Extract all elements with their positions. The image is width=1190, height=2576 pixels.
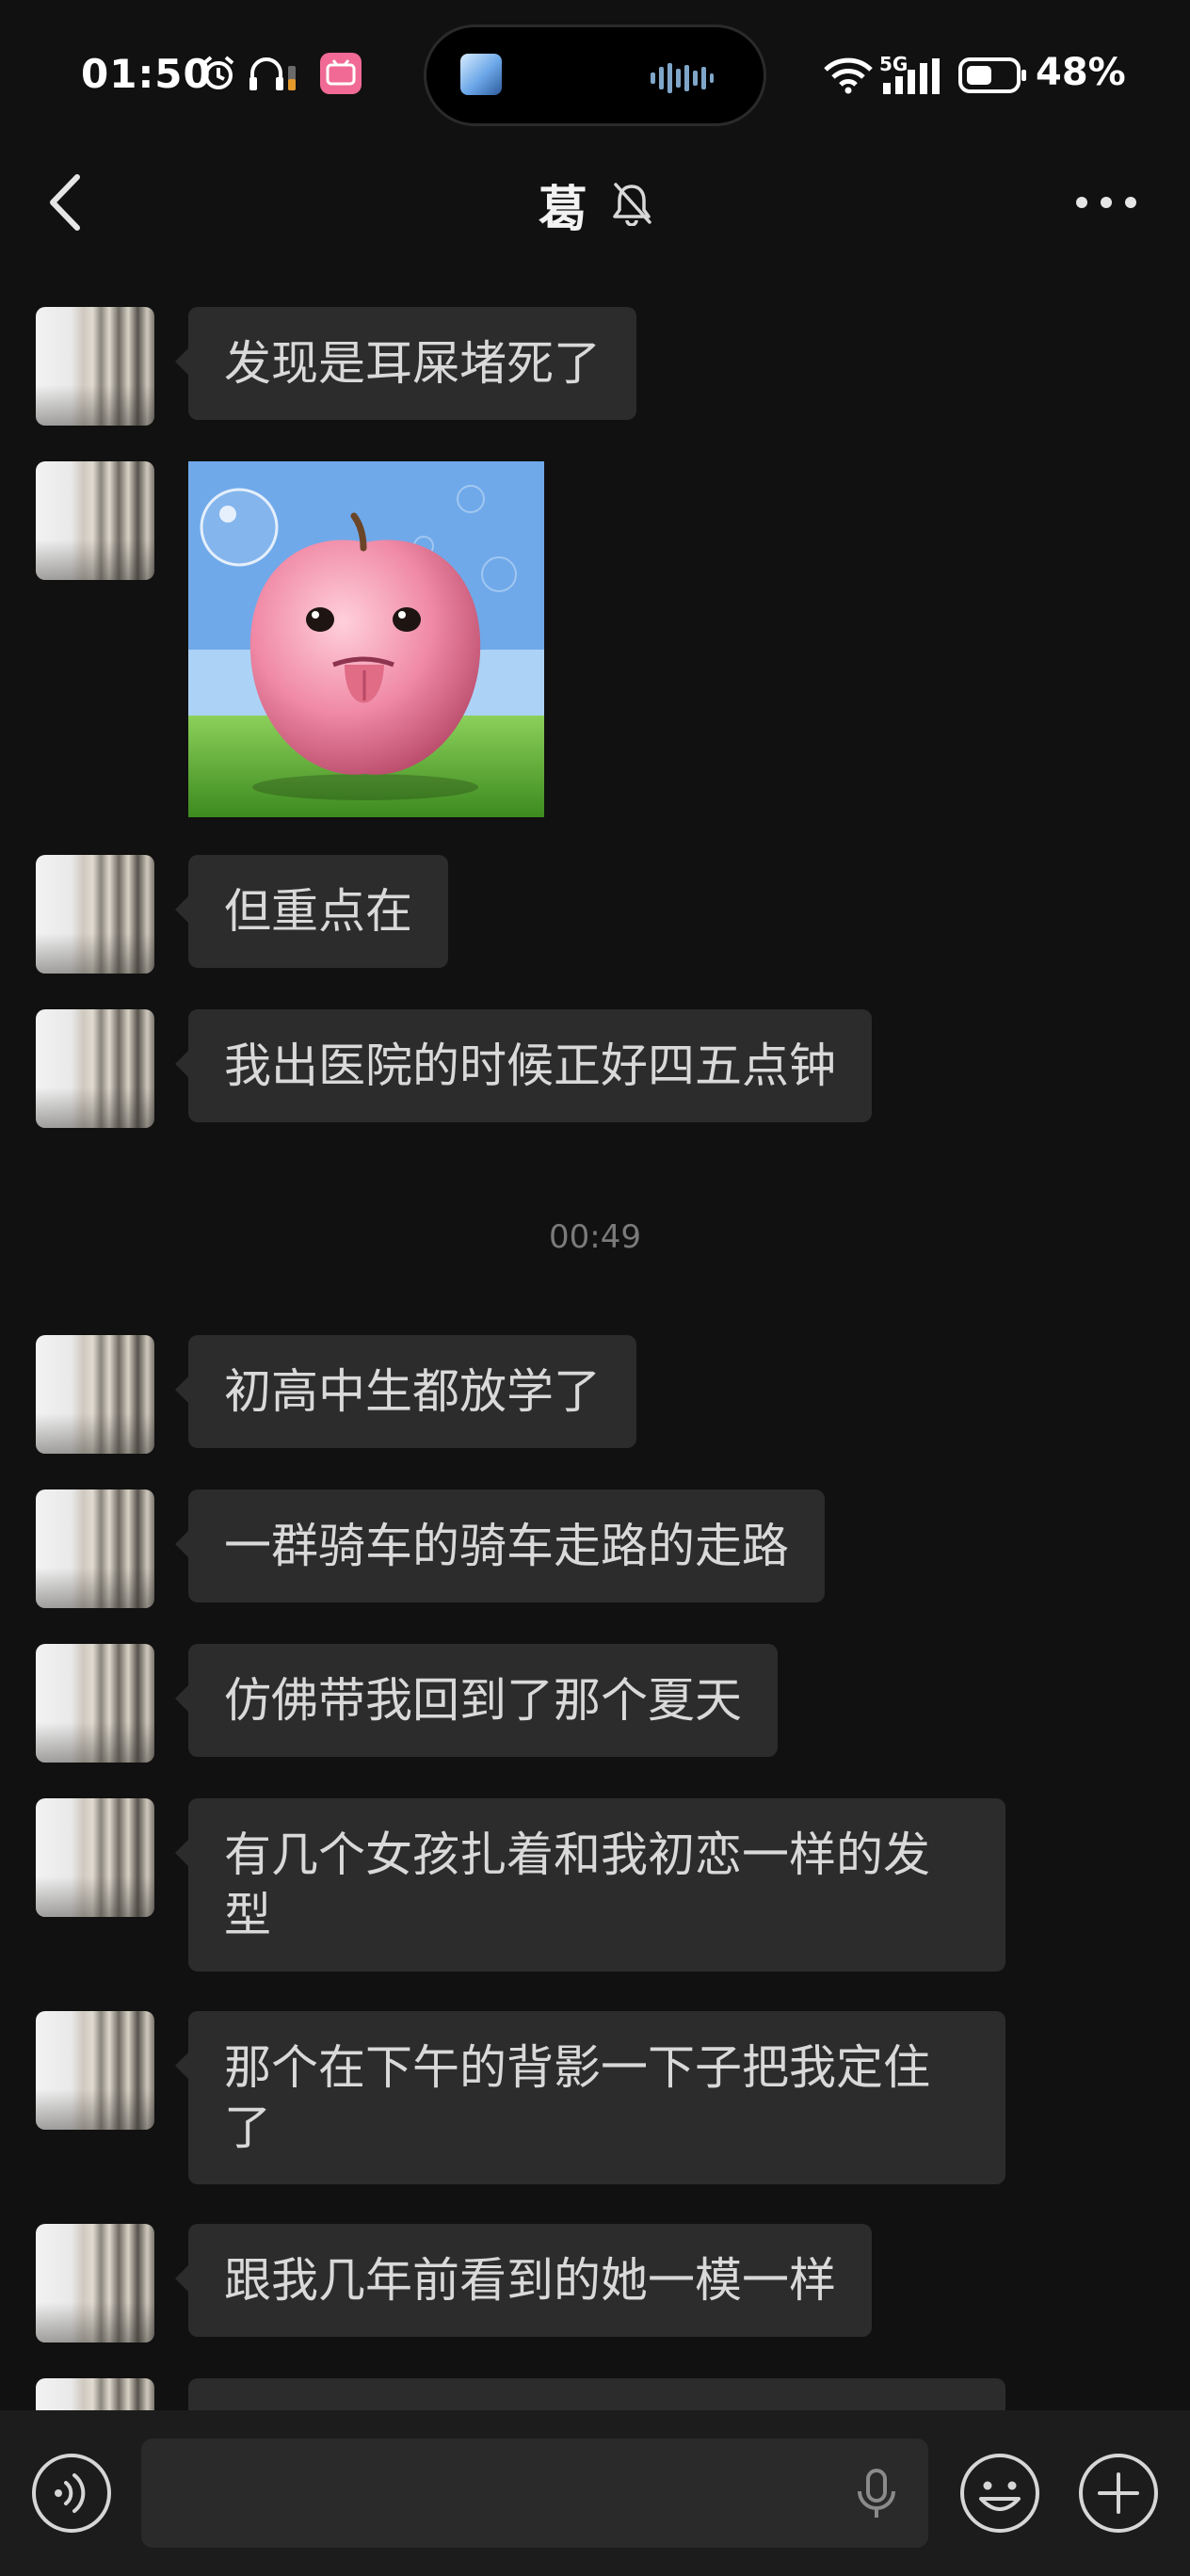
message-bubble[interactable]: 一群骑车的骑车走路的走路 bbox=[175, 1489, 825, 1602]
chat-header: 葛 bbox=[0, 141, 1190, 264]
avatar[interactable] bbox=[36, 307, 154, 426]
back-icon[interactable] bbox=[38, 171, 94, 233]
headphones-icon bbox=[249, 57, 296, 90]
message-list[interactable]: 发现是耳屎堵死了 但重点在 我出医院的时候正好四五点钟 00:49 初高中生都放… bbox=[0, 264, 1190, 2410]
chat-title: 葛 bbox=[539, 182, 588, 238]
mute-bell-icon bbox=[613, 183, 651, 226]
message-timestamp: 00:49 bbox=[549, 1218, 641, 1256]
dynamic-island[interactable] bbox=[424, 24, 766, 126]
avatar[interactable] bbox=[36, 2224, 154, 2343]
avatar[interactable] bbox=[36, 1644, 154, 1763]
audio-wave-icon bbox=[651, 63, 714, 93]
message-bubble[interactable]: 跟我几年前看到的她一模一样 bbox=[175, 2224, 872, 2337]
avatar[interactable] bbox=[36, 1009, 154, 1128]
message-bubble[interactable]: 那个在下午的背影一下子把我定住了 bbox=[175, 2011, 1005, 2184]
avatar[interactable] bbox=[36, 461, 154, 580]
avatar[interactable] bbox=[36, 2011, 154, 2130]
signal-icon bbox=[883, 58, 940, 94]
status-bar: 01:50 5G 48% bbox=[0, 0, 1190, 141]
message-input[interactable] bbox=[141, 2439, 928, 2548]
avatar[interactable] bbox=[36, 1798, 154, 1917]
message-bubble[interactable]: 仿佛带我回到了那个夏天 bbox=[175, 1644, 778, 1757]
wifi-icon bbox=[824, 57, 873, 94]
message-bubble-partial[interactable] bbox=[188, 2378, 1005, 2410]
avatar[interactable] bbox=[36, 2378, 154, 2410]
battery-percent: 48% bbox=[1036, 51, 1126, 94]
avatar[interactable] bbox=[36, 1335, 154, 1454]
apple-sticker[interactable] bbox=[188, 461, 544, 817]
message-bubble[interactable]: 发现是耳屎堵死了 bbox=[175, 307, 636, 420]
message-bubble[interactable]: 有几个女孩扎着和我初恋一样的发型 bbox=[175, 1798, 1005, 1972]
voice-mode-icon[interactable] bbox=[30, 2452, 113, 2535]
chat-screen: 01:50 5G 48% 葛 发现是耳屎堵死了 但重点在 我出医院的时候正好四五… bbox=[0, 0, 1190, 2576]
media-thumbnail bbox=[460, 54, 502, 95]
alarm-icon bbox=[202, 56, 234, 89]
avatar[interactable] bbox=[36, 855, 154, 974]
apple-face-image bbox=[188, 461, 544, 817]
more-icon[interactable] bbox=[1073, 188, 1139, 217]
message-bubble[interactable]: 我出医院的时候正好四五点钟 bbox=[175, 1009, 872, 1122]
plus-icon[interactable] bbox=[1077, 2452, 1160, 2535]
battery-icon bbox=[958, 57, 1026, 93]
mic-icon[interactable] bbox=[855, 2469, 898, 2521]
emoji-icon[interactable] bbox=[958, 2452, 1041, 2535]
message-bubble[interactable]: 但重点在 bbox=[175, 855, 448, 968]
status-time: 01:50 bbox=[81, 51, 212, 97]
message-bubble[interactable]: 初高中生都放学了 bbox=[175, 1335, 636, 1448]
bilibili-icon bbox=[320, 53, 362, 94]
avatar[interactable] bbox=[36, 1489, 154, 1608]
input-bar bbox=[0, 2410, 1190, 2576]
